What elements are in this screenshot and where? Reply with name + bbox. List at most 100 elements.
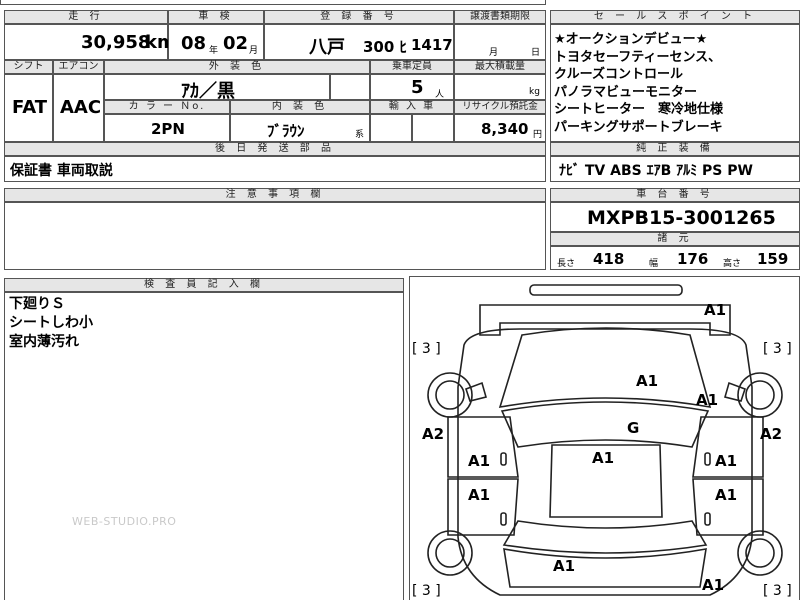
hood-mark: A1 (636, 372, 659, 390)
length-label: 長さ (557, 259, 576, 269)
genuine-equipment-header: 純 正 装 備 (550, 142, 800, 156)
genuine-equipment-value: ﾅﾋﾞ TV ABS ｴｱB ｱﾙﾐ PS PW (559, 163, 753, 179)
rear-right-quarter-mark: A1 (702, 576, 725, 594)
interior-color-header: 内 装 色 (230, 100, 370, 114)
aircon-header: エアコン (53, 60, 104, 74)
registration-class: 300 ﾋ (363, 38, 408, 56)
shift-header: シフト (4, 60, 53, 74)
dimensions-header: 諸 元 (550, 232, 800, 246)
transfer-deadline-header: 譲渡書類期限 (454, 10, 546, 24)
parts-header: 後 日 発 送 部 品 (4, 142, 546, 156)
rear-right-door-mark: A1 (715, 486, 738, 504)
registration-region: 八戸 (309, 37, 345, 58)
tire-rear-right-mark: [ 3 ] (763, 583, 792, 599)
sales-points-cell: ★オークションデビュー★ トヨタセーフティーセンス、 クルーズコントロール パノ… (550, 24, 800, 142)
left-side-mark: A2 (422, 425, 445, 443)
width-value: 176 (677, 250, 709, 268)
import-header: 輸 入 車 (370, 100, 454, 114)
sales-point-line: クルーズコントロール (554, 67, 683, 82)
inspector-remark: 下廻りＳ (9, 296, 65, 312)
interior-color-suffix: 系 (355, 130, 365, 140)
inspection-month-unit: 月 (249, 46, 259, 56)
inspector-cell: 下廻りＳ シートしわ小 室内薄汚れ (4, 292, 404, 600)
registration-number: 1417 (411, 36, 453, 54)
shift-value: FAT (12, 97, 48, 118)
capacity-unit: 人 (435, 90, 445, 100)
color-no-header: カ ラ ー Ｎo. (104, 100, 230, 114)
tire-front-left-mark: [ 3 ] (412, 341, 441, 357)
right-side-mark: A2 (760, 425, 783, 443)
transfer-month-unit: 月 (489, 48, 499, 58)
rear-bumper-mark: A1 (553, 557, 576, 575)
sales-point-line: シートヒーター 寒冷地仕様 (554, 102, 724, 117)
height-label: 高さ (723, 259, 742, 269)
front-right-fender-mark: A1 (704, 301, 727, 319)
roof-mark: A1 (592, 449, 615, 467)
interior-color-value: ﾌﾞﾗｳﾝ (267, 122, 305, 140)
parts-value: 保証書 車両取説 (10, 163, 113, 179)
inspector-remark: シートしわ小 (9, 315, 93, 331)
dimensions-cell: 長さ 418 幅 176 高さ 159 (550, 246, 800, 270)
inspection-year-unit: 年 (209, 46, 219, 56)
inspection-month: 02 (223, 33, 249, 54)
max-load-cell: kg (454, 74, 546, 100)
recycle-fee-value: 8,340 (481, 120, 529, 138)
chassis-value: MXPB15-3001265 (587, 207, 776, 229)
windshield-mark: G (627, 419, 640, 437)
color-no-value: 2PN (151, 120, 185, 138)
shift-cell: FAT (4, 74, 53, 142)
front-right-door-area-mark: A1 (696, 391, 719, 409)
length-value: 418 (593, 250, 625, 268)
genuine-equipment-cell: ﾅﾋﾞ TV ABS ｴｱB ｱﾙﾐ PS PW (550, 156, 800, 182)
top-strip (0, 0, 546, 5)
parts-cell: 保証書 車両取説 (4, 156, 546, 182)
rear-left-door-mark: A1 (468, 486, 491, 504)
interior-color-cell: ﾌﾞﾗｳﾝ 系 (230, 114, 370, 142)
inspection-header: 車 検 (168, 10, 264, 24)
mileage-header: 走 行 (4, 10, 168, 24)
max-load-unit: kg (529, 87, 540, 97)
exterior-color-extra-cell (330, 74, 370, 100)
width-label: 幅 (649, 259, 659, 269)
inspector-remark: 室内薄汚れ (9, 334, 79, 350)
height-value: 159 (757, 250, 789, 268)
transfer-day-unit: 日 (531, 48, 541, 58)
sales-points-header: セ ー ル ス ポ イ ン ト (550, 10, 800, 24)
recycle-fee-cell: 8,340 円 (454, 114, 546, 142)
inspection-cell: 08 年 02 月 (168, 24, 264, 60)
color-no-cell: 2PN (104, 114, 230, 142)
aircon-value: AAC (60, 97, 102, 118)
sales-point-line: パノラマビューモニター (554, 84, 698, 100)
mileage-value: 30,958 (81, 32, 151, 53)
max-load-header: 最大積載量 (454, 60, 546, 74)
import-cell-b (412, 114, 454, 142)
car-diagram: [ 3 ] [ 3 ] [ 3 ] [ 3 ] A1 A1 A1 A2 A2 G… (409, 276, 800, 600)
sales-point-line: トヨタセーフティーセンス、 (554, 49, 722, 65)
recycle-fee-unit: 円 (533, 130, 543, 140)
capacity-value: 5 (411, 77, 424, 98)
capacity-header: 乗車定員 (370, 60, 454, 74)
exterior-color-cell: ｱｶ／黒 (104, 74, 330, 102)
chassis-cell: MXPB15-3001265 (550, 202, 800, 232)
exterior-color-header: 外 装 色 (104, 60, 370, 74)
aircon-cell: AAC (53, 74, 104, 142)
recycle-fee-header: リサイクル預託金 (454, 100, 546, 114)
watermark-text: WEB-STUDIO.PRO (72, 515, 177, 528)
import-cell-a (370, 114, 412, 142)
sales-point-line: ★オークションデビュー★ (554, 32, 708, 47)
inspection-year: 08 (181, 33, 207, 54)
inspector-header: 検 査 員 記 入 欄 (4, 278, 404, 292)
notes-header: 注 意 事 項 欄 (4, 188, 546, 202)
sales-point-line: パーキングサポートブレーキ (554, 119, 723, 135)
registration-cell: 八戸 300 ﾋ 1417 (264, 24, 454, 60)
front-left-door-mark: A1 (468, 452, 491, 470)
tire-rear-left-mark: [ 3 ] (412, 583, 441, 599)
car-outline-icon (427, 284, 783, 596)
capacity-cell: 5 人 (370, 74, 454, 100)
mileage-cell: 30,958 km (4, 24, 176, 60)
chassis-header: 車 台 番 号 (550, 188, 800, 202)
registration-header: 登 録 番 号 (264, 10, 454, 24)
front-right-door-mark: A1 (715, 452, 738, 470)
notes-cell (4, 202, 546, 270)
tire-front-right-mark: [ 3 ] (763, 341, 792, 357)
